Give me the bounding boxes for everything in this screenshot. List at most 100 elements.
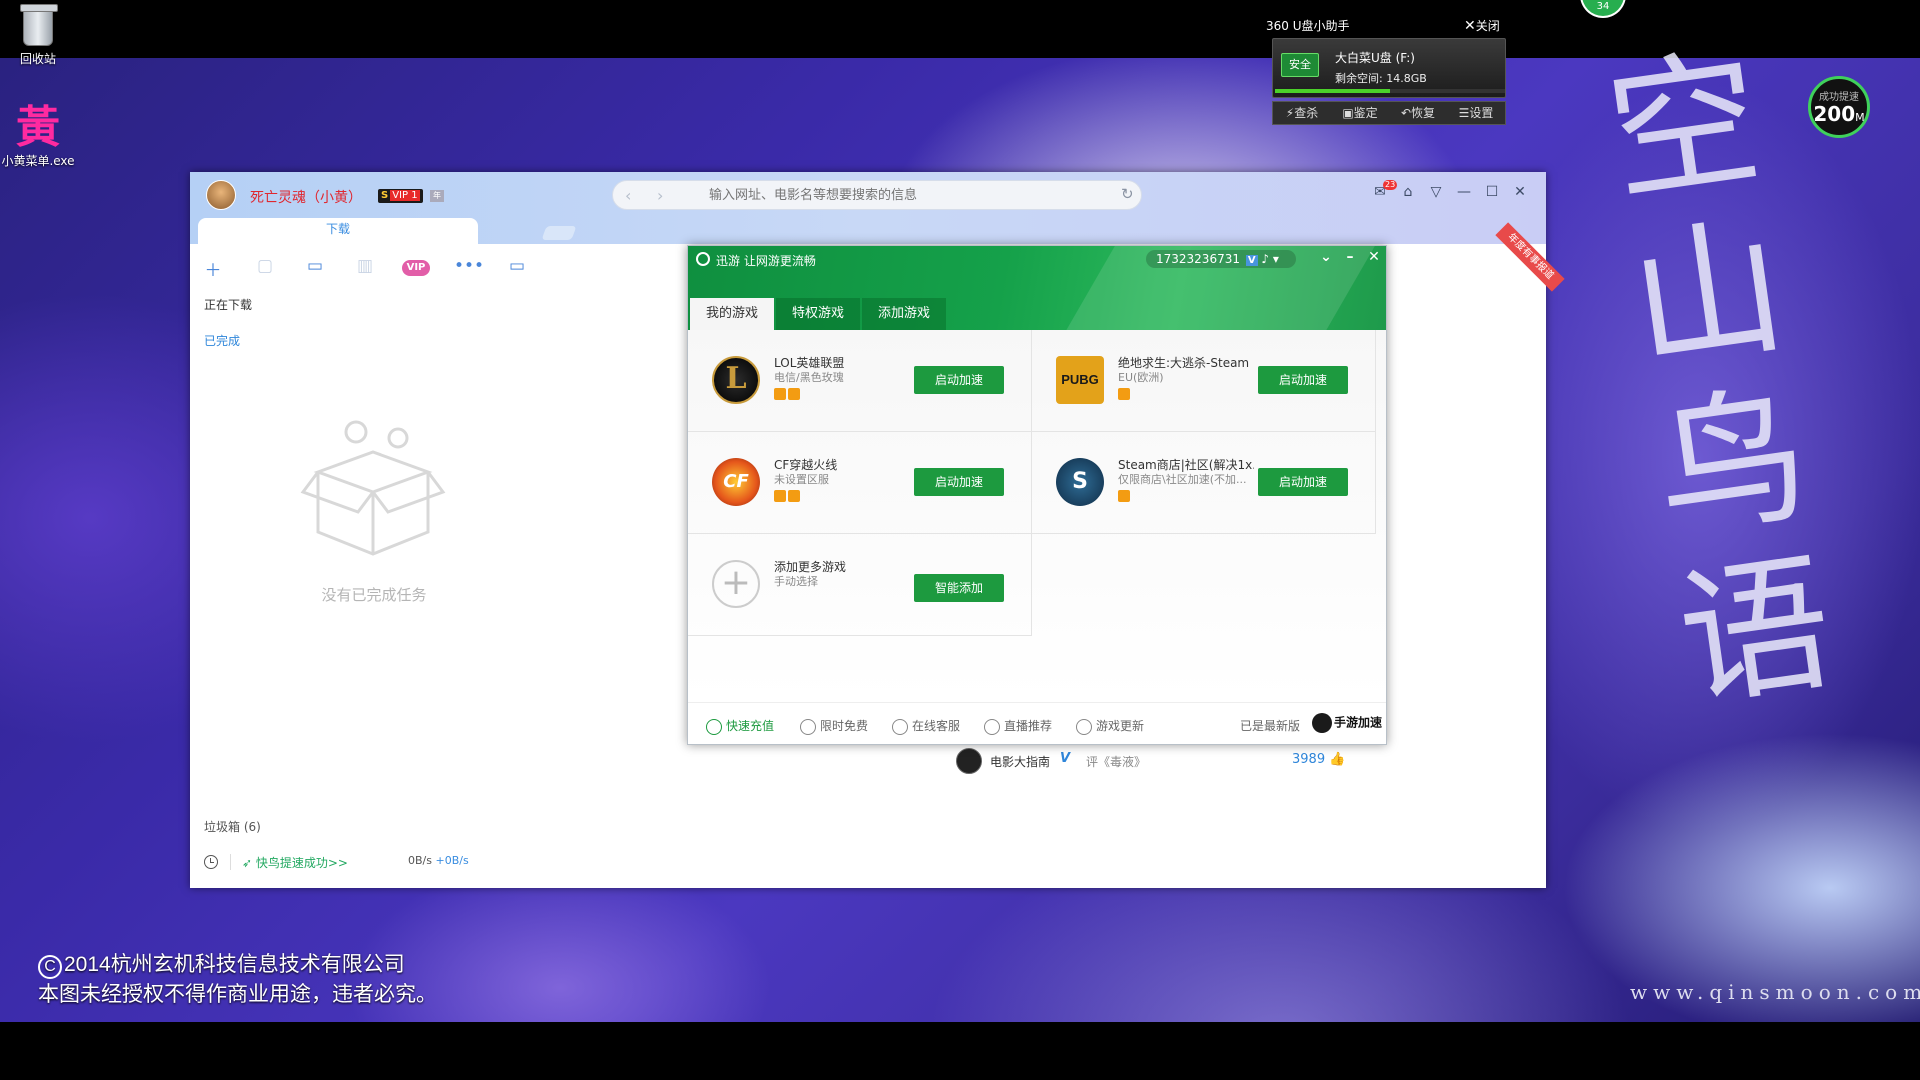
- speed-boost-badge[interactable]: 成功提速 200M: [1808, 76, 1870, 138]
- movie-review-title[interactable]: 评《毒液》: [1086, 753, 1146, 770]
- refresh-icon[interactable]: ↻: [1121, 185, 1134, 203]
- vip-badge[interactable]: S VIP 1: [378, 189, 423, 203]
- footer-label: 快速充值: [726, 719, 775, 733]
- clock-icon[interactable]: [204, 855, 218, 869]
- usb-free-space: 剩余空间: 14.8GB: [1335, 72, 1427, 85]
- usb-icon: ▣: [1342, 106, 1354, 120]
- mail-count-badge: 23: [1383, 180, 1398, 190]
- more-icon[interactable]: •••: [454, 256, 484, 278]
- monitor-icon[interactable]: ▭: [504, 256, 530, 278]
- privilege-tag-icon: [774, 388, 786, 400]
- url-search-input[interactable]: [709, 187, 1109, 202]
- usb-usage-bar: [1275, 89, 1505, 93]
- usb-tool-settings[interactable]: ☰设置: [1447, 102, 1505, 124]
- document-icon[interactable]: ▢: [252, 256, 278, 278]
- boost-status-text: 快鸟提速成功>>: [255, 856, 348, 870]
- speed-boost-number: 200: [1813, 102, 1856, 126]
- cf-game-icon: CF: [712, 458, 760, 506]
- delete-icon[interactable]: ▥: [352, 256, 378, 278]
- xunyou-tabs: 我的游戏 特权游戏 添加游戏: [690, 298, 948, 330]
- xunyou-account[interactable]: 17323236731 V ♪ ▾: [1146, 250, 1296, 268]
- tab-my-games[interactable]: 我的游戏: [690, 298, 775, 330]
- start-accelerate-button[interactable]: 启动加速: [914, 366, 1004, 394]
- speed-boost-label: 成功提速: [1819, 92, 1859, 103]
- xunyou-header: 迅游 让网游更流畅 17323236731 V ♪ ▾ ⌄ – ✕ 我的游戏 特…: [688, 246, 1386, 330]
- minimize-icon[interactable]: —: [1454, 184, 1474, 200]
- start-accelerate-button[interactable]: 启动加速: [914, 468, 1004, 496]
- xunyou-minimize-icon[interactable]: –: [1342, 249, 1358, 265]
- pubg-game-icon: PUBG: [1056, 356, 1104, 404]
- footer-label: 在线客服: [912, 719, 961, 733]
- new-tab-button[interactable]: [541, 226, 577, 240]
- start-accelerate-button[interactable]: 启动加速: [1258, 366, 1348, 394]
- xunyou-close-icon[interactable]: ✕: [1366, 249, 1382, 265]
- back-arrow-icon[interactable]: ‹: [625, 186, 631, 205]
- usb-safe-icon: 安全: [1281, 53, 1319, 77]
- username[interactable]: 死亡灵魂（小黄）: [250, 187, 362, 207]
- movie-review-row: 电影大指南 V 评《毒液》 3989 👍: [956, 746, 1376, 776]
- game-card: L LOL英雄联盟 电信/黑色玫瑰 启动加速: [688, 330, 1032, 432]
- desktop-icon-recycle-bin[interactable]: 回收站: [0, 4, 78, 67]
- game-card: + 添加更多游戏 手动选择 智能添加: [688, 534, 1032, 636]
- privilege-tag-icon: [1118, 490, 1130, 502]
- sidebar-item-completed[interactable]: 已完成: [204, 332, 240, 349]
- sidebar-item-downloading[interactable]: 正在下载: [204, 296, 252, 313]
- sidebar-item-trash[interactable]: 垃圾箱 (6): [204, 818, 261, 835]
- footer-limited-free[interactable]: 限时免费: [800, 717, 868, 735]
- download-manager-header: 死亡灵魂（小黄） SVIP 1 年 ‹ › ↻ ✉ 23 ⌂ ▽ — ☐ ✕ 下…: [190, 172, 1546, 244]
- maximize-icon[interactable]: ☐: [1482, 184, 1502, 200]
- game-card: PUBG 绝地求生:大逃杀-Steam EU(欧洲) 启动加速: [1032, 330, 1376, 432]
- usb-tool-scan-label: 查杀: [1294, 106, 1319, 120]
- menu-dropdown-icon[interactable]: ▽: [1426, 184, 1446, 200]
- forward-arrow-icon[interactable]: ›: [657, 186, 663, 205]
- usb-drive-name: 大白菜U盘 (F:): [1335, 51, 1415, 65]
- folder-icon[interactable]: ▭: [302, 256, 328, 278]
- footer-online-service[interactable]: 在线客服: [892, 717, 960, 735]
- boost-status-link[interactable]: ➶ 快鸟提速成功>>: [242, 854, 348, 871]
- movie-avatar[interactable]: [956, 748, 982, 774]
- url-search-bar: ‹ › ↻: [612, 180, 1142, 210]
- vip-level: VIP 1: [390, 190, 420, 201]
- steam-game-icon: S: [1056, 458, 1104, 506]
- usb-helper-panel: 安全 大白菜U盘 (F:) 剩余空间: 14.8GB: [1272, 38, 1506, 98]
- tab-download[interactable]: 下载: [198, 218, 478, 244]
- xunyou-collapse-icon[interactable]: ⌄: [1318, 249, 1334, 265]
- recycle-bin-icon: [20, 4, 58, 46]
- smart-add-button[interactable]: 智能添加: [914, 574, 1004, 602]
- add-game-icon[interactable]: +: [712, 560, 760, 608]
- version-status: 已是最新版: [1240, 719, 1301, 733]
- tab-add-games[interactable]: 添加游戏: [862, 298, 947, 330]
- recycle-bin-label: 回收站: [19, 52, 56, 66]
- year-vip-badge[interactable]: 年: [430, 190, 444, 202]
- upload-speed: +0B/s: [435, 854, 469, 867]
- start-accelerate-button[interactable]: 启动加速: [1258, 468, 1348, 496]
- mobile-accelerate-label: 手游加速: [1334, 715, 1383, 730]
- bird-icon: ➶: [242, 856, 256, 870]
- close-icon[interactable]: ✕: [1510, 184, 1530, 200]
- add-task-icon[interactable]: ＋: [200, 256, 226, 281]
- footer-label: 直播推荐: [1004, 719, 1053, 733]
- usb-helper-toolbar: ⚡查杀 ▣鉴定 ↶恢复 ☰设置: [1272, 101, 1506, 125]
- speed-readout: 0B/s +0B/s: [408, 854, 469, 867]
- game-card: S Steam商店|社区(解决1x... 仅限商店\社区加速(不加... 启动加…: [1032, 432, 1376, 534]
- skin-shirt-icon[interactable]: ⌂: [1398, 184, 1418, 200]
- footer-game-update[interactable]: 游戏更新: [1076, 717, 1144, 735]
- game-tags: [1118, 490, 1132, 505]
- footer-quick-recharge[interactable]: 快速充值: [706, 717, 774, 735]
- mobile-accelerate-button[interactable]: 手游加速: [1312, 713, 1382, 733]
- timer-icon: [800, 718, 816, 735]
- user-avatar[interactable]: [206, 180, 236, 210]
- usb-tool-recover[interactable]: ↶恢复: [1389, 102, 1447, 124]
- movie-author[interactable]: 电影大指南: [990, 753, 1050, 770]
- footer-live-recommend[interactable]: 直播推荐: [984, 717, 1052, 735]
- usb-tool-settings-label: 设置: [1469, 106, 1494, 120]
- usb-tool-identify[interactable]: ▣鉴定: [1331, 102, 1389, 124]
- usb-helper-close-button[interactable]: ✕关闭: [1464, 17, 1500, 34]
- tab-privilege-games[interactable]: 特权游戏: [776, 298, 861, 330]
- usb-tool-scan[interactable]: ⚡查杀: [1273, 102, 1331, 124]
- user-icon: [892, 718, 908, 735]
- vip-icon[interactable]: VIP: [402, 260, 430, 276]
- desktop-icon-huang-menu[interactable]: 黃 小黄菜单.exe: [0, 104, 78, 169]
- speed-boost-unit: M: [1855, 111, 1865, 124]
- game-server: EU(欧洲): [1118, 371, 1164, 384]
